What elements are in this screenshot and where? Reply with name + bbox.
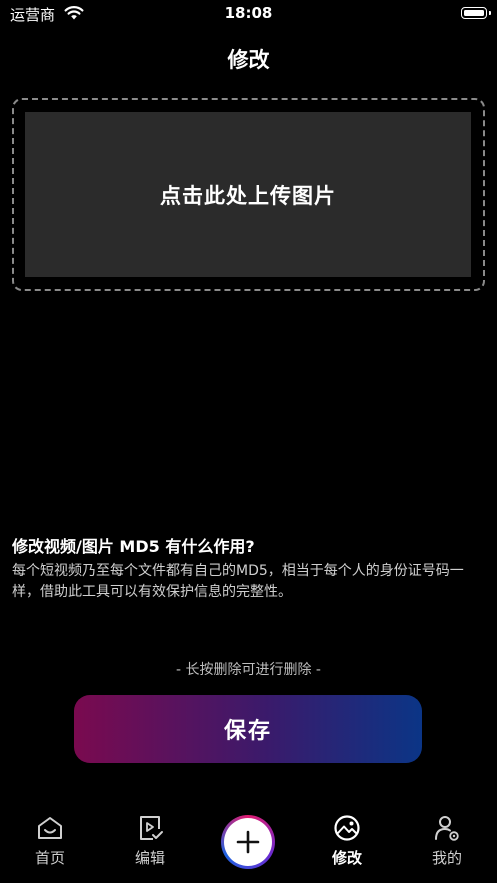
- tab-bar: 首页 编辑 修改 我的: [0, 800, 497, 883]
- upload-image-area[interactable]: 点击此处上传图片: [25, 112, 471, 277]
- battery-icon: [461, 7, 491, 19]
- tab-modify[interactable]: 修改: [312, 814, 382, 868]
- info-description: 每个短视频乃至每个文件都有自己的MD5，相当于每个人的身份证号码一样，借助此工具…: [12, 563, 464, 600]
- tab-home[interactable]: 首页: [15, 814, 85, 868]
- edit-video-icon: [140, 816, 163, 840]
- add-button[interactable]: [221, 815, 275, 869]
- tab-modify-label: 修改: [331, 849, 362, 867]
- home-icon: [38, 817, 62, 839]
- tab-mine-label: 我的: [431, 849, 462, 867]
- delete-hint: - 长按删除可进行删除 -: [175, 662, 321, 678]
- tab-mine[interactable]: 我的: [412, 814, 482, 868]
- plus-icon: [236, 830, 260, 854]
- status-bar: 运营商 18:08: [0, 0, 497, 30]
- save-button[interactable]: 保存: [74, 695, 422, 763]
- image-icon: [334, 815, 360, 841]
- upload-label: 点击此处上传图片: [160, 183, 336, 208]
- profile-icon: [435, 816, 459, 841]
- page-title: 修改: [227, 48, 270, 72]
- status-time: 18:08: [224, 4, 273, 22]
- tab-edit[interactable]: 编辑: [115, 814, 185, 868]
- info-title: 修改视频/图片 MD5 有什么作用?: [12, 537, 255, 556]
- tab-edit-label: 编辑: [134, 849, 165, 867]
- tab-home-label: 首页: [34, 849, 65, 867]
